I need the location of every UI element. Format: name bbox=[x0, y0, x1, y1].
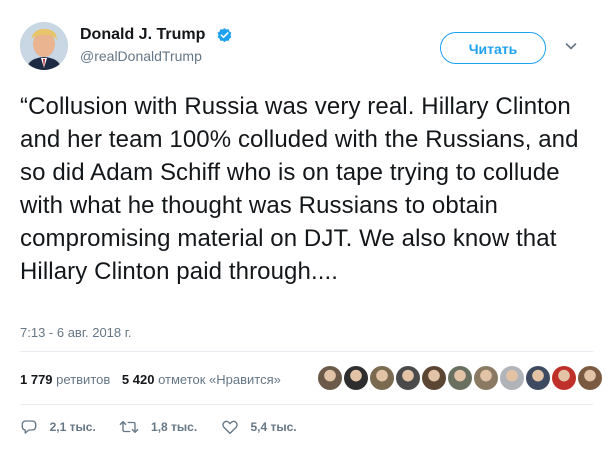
retweets-label: ретвитов bbox=[56, 372, 111, 387]
like-count: 5,4 тыс. bbox=[250, 420, 297, 434]
reply-icon bbox=[21, 420, 37, 434]
author-display-name[interactable]: Donald J. Trump bbox=[80, 26, 205, 44]
reply-count: 2,1 тыс. bbox=[49, 420, 96, 434]
likes-stat[interactable]: 5 420 отметок «Нравится» bbox=[122, 372, 281, 387]
retweet-button[interactable]: 1,8 тыс. bbox=[119, 418, 197, 436]
avatar-image bbox=[20, 22, 68, 70]
divider bbox=[20, 404, 593, 405]
likes-count: 5 420 bbox=[121, 372, 155, 387]
reply-button[interactable]: 2,1 тыс. bbox=[20, 418, 96, 436]
liker-avatar[interactable] bbox=[422, 366, 446, 390]
author-handle[interactable]: @realDonaldTrump bbox=[80, 48, 233, 64]
liker-avatar[interactable] bbox=[500, 366, 524, 390]
liker-avatar[interactable] bbox=[396, 366, 420, 390]
liker-avatar[interactable] bbox=[344, 366, 368, 390]
divider bbox=[20, 351, 593, 352]
author-name-block: Donald J. Trump @realDonaldTrump bbox=[80, 26, 233, 64]
follow-button[interactable]: Читать bbox=[440, 32, 546, 64]
liker-avatar[interactable] bbox=[448, 366, 472, 390]
liker-avatars bbox=[318, 366, 604, 390]
liker-avatar[interactable] bbox=[370, 366, 394, 390]
tweet-stats: 1 779 ретвитов 5 420 отметок «Нравится» bbox=[20, 372, 289, 387]
likes-label: отметок «Нравится» bbox=[158, 372, 281, 387]
retweet-icon bbox=[120, 421, 139, 433]
liker-avatar[interactable] bbox=[318, 366, 342, 390]
tweet-timestamp[interactable]: 7:13 - 6 авг. 2018 г. bbox=[20, 325, 132, 340]
liker-avatar[interactable] bbox=[526, 366, 550, 390]
liker-avatar[interactable] bbox=[474, 366, 498, 390]
liker-avatar[interactable] bbox=[578, 366, 602, 390]
verified-badge-icon bbox=[217, 27, 232, 42]
tweet-actions: 2,1 тыс. 1,8 тыс. 5,4 тыс. bbox=[20, 418, 317, 438]
tweet-header: Donald J. Trump @realDonaldTrump Читать bbox=[20, 22, 593, 76]
chevron-down-icon[interactable] bbox=[565, 40, 577, 52]
heart-icon bbox=[222, 420, 238, 435]
retweets-stat[interactable]: 1 779 ретвитов bbox=[20, 372, 110, 387]
like-button[interactable]: 5,4 тыс. bbox=[221, 418, 297, 436]
tweet-text: “Collusion with Russia was very real. Hi… bbox=[20, 93, 579, 285]
retweets-count: 1 779 bbox=[20, 372, 53, 387]
author-avatar[interactable] bbox=[20, 22, 68, 70]
retweet-count: 1,8 тыс. bbox=[151, 420, 198, 434]
liker-avatar[interactable] bbox=[552, 366, 576, 390]
